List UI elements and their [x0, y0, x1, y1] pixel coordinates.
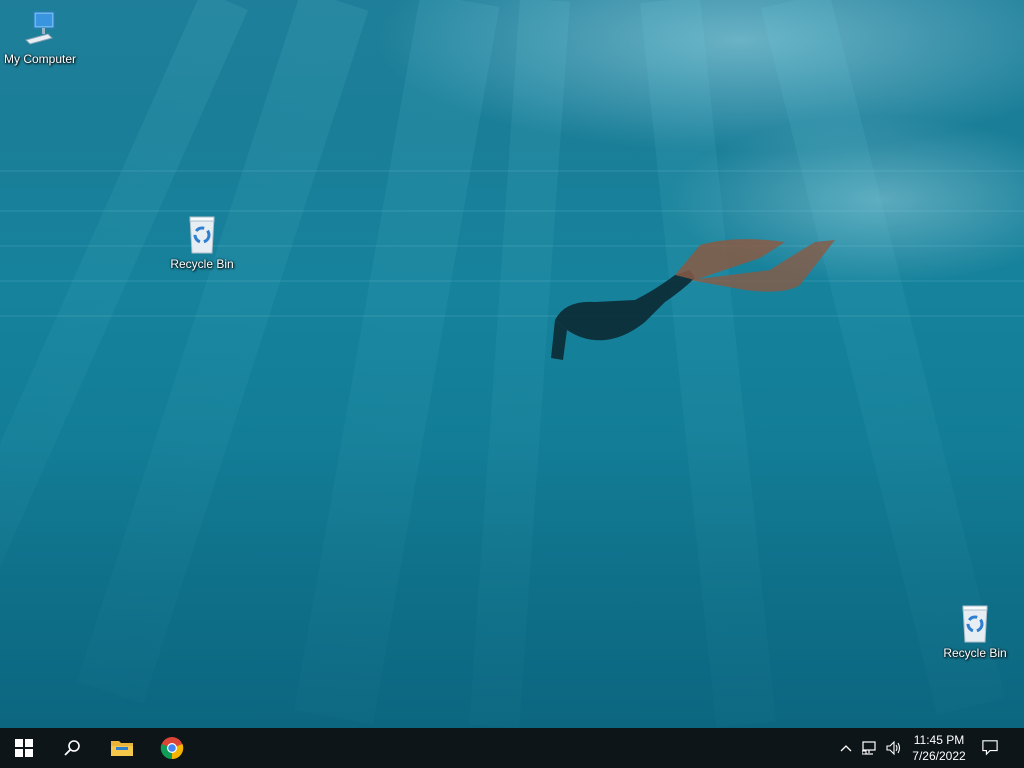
- recycle-bin-icon: [962, 605, 988, 643]
- chrome-button[interactable]: [148, 728, 196, 768]
- chrome-icon: [160, 737, 184, 760]
- search-icon: [64, 740, 80, 756]
- clock-date: 7/26/2022: [912, 749, 966, 763]
- notification-icon: [982, 740, 998, 756]
- computer-icon: [25, 11, 55, 45]
- recycle-bin-icon: [189, 216, 215, 254]
- desktop-icon-label: Recycle Bin: [943, 646, 1007, 660]
- volume-button[interactable]: [886, 740, 902, 756]
- windows-start-icon: [15, 739, 33, 757]
- desktop-icon-my-computer[interactable]: My Computer: [0, 10, 80, 66]
- taskbar-clock[interactable]: 11:45 PM 7/26/2022: [906, 732, 972, 764]
- desktop-icon-label: Recycle Bin: [170, 257, 234, 271]
- diver-image: [551, 239, 835, 360]
- notification-center-button[interactable]: [982, 739, 998, 756]
- taskbar: 11:45 PM 7/26/2022: [0, 728, 1024, 768]
- chevron-up-icon: [840, 745, 852, 752]
- clock-time: 11:45 PM: [913, 733, 965, 747]
- volume-icon: [886, 741, 901, 755]
- start-button[interactable]: [0, 728, 48, 768]
- file-explorer-button[interactable]: [98, 728, 146, 768]
- file-explorer-icon: [111, 741, 133, 756]
- network-button[interactable]: [862, 740, 878, 756]
- desktop-icon-recycle-bin[interactable]: Recycle Bin: [162, 213, 242, 271]
- show-hidden-icons-button[interactable]: [838, 740, 854, 756]
- desktop-wallpaper: [0, 0, 1024, 728]
- desktop-icon-label: My Computer: [3, 52, 77, 66]
- search-button[interactable]: [48, 728, 96, 768]
- desktop-icon-recycle-bin[interactable]: Recycle Bin: [935, 602, 1015, 660]
- network-icon: [862, 741, 876, 755]
